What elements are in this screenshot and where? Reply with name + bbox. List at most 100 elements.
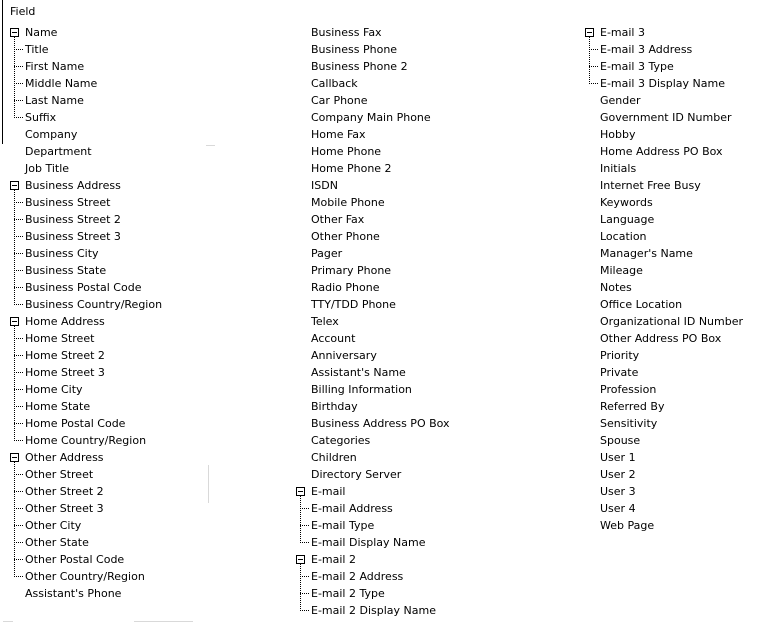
- tree-child-item-home-city[interactable]: Home City: [10, 381, 162, 398]
- tree-child-item-business-street-3[interactable]: Business Street 3: [10, 228, 162, 245]
- tree-item-spouse[interactable]: Spouse: [585, 432, 743, 449]
- tree-child-item-home-state[interactable]: Home State: [10, 398, 162, 415]
- tree-item-business-fax[interactable]: Business Fax: [296, 24, 450, 41]
- tree-item-location[interactable]: Location: [585, 228, 743, 245]
- tree-item-callback[interactable]: Callback: [296, 75, 450, 92]
- tree-child-item-other-postal-code[interactable]: Other Postal Code: [10, 551, 162, 568]
- tree-item-job-title[interactable]: Job Title: [10, 160, 162, 177]
- tree-item-other-fax[interactable]: Other Fax: [296, 211, 450, 228]
- tree-item-notes[interactable]: Notes: [585, 279, 743, 296]
- tree-child-item-business-postal-code[interactable]: Business Postal Code: [10, 279, 162, 296]
- tree-item-anniversary[interactable]: Anniversary: [296, 347, 450, 364]
- tree-item-e-mail-2[interactable]: E-mail 2: [296, 551, 450, 568]
- tree-item-children[interactable]: Children: [296, 449, 450, 466]
- tree-item-user-4[interactable]: User 4: [585, 500, 743, 517]
- tree-item-pager[interactable]: Pager: [296, 245, 450, 262]
- tree-item-tty-tdd-phone[interactable]: TTY/TDD Phone: [296, 296, 450, 313]
- tree-item-company-main-phone[interactable]: Company Main Phone: [296, 109, 450, 126]
- tree-child-item-home-street-2[interactable]: Home Street 2: [10, 347, 162, 364]
- tree-child-item-last-name[interactable]: Last Name: [10, 92, 162, 109]
- tree-child-item-business-city[interactable]: Business City: [10, 245, 162, 262]
- tree-child-item-e-mail-2-address[interactable]: E-mail 2 Address: [296, 568, 450, 585]
- tree-item-account[interactable]: Account: [296, 330, 450, 347]
- tree-item-business-address[interactable]: Business Address: [10, 177, 162, 194]
- tree-item-e-mail-3[interactable]: E-mail 3: [585, 24, 743, 41]
- tree-item-company[interactable]: Company: [10, 126, 162, 143]
- tree-item-user-3[interactable]: User 3: [585, 483, 743, 500]
- tree-child-item-other-street-3[interactable]: Other Street 3: [10, 500, 162, 517]
- tree-item-home-address[interactable]: Home Address: [10, 313, 162, 330]
- tree-child-item-e-mail-3-type[interactable]: E-mail 3 Type: [585, 58, 743, 75]
- tree-item-initials[interactable]: Initials: [585, 160, 743, 177]
- tree-child-item-home-country-region[interactable]: Home Country/Region: [10, 432, 162, 449]
- tree-child-item-other-state[interactable]: Other State: [10, 534, 162, 551]
- tree-item-assistant-s-name[interactable]: Assistant's Name: [296, 364, 450, 381]
- tree-item-name[interactable]: Name: [10, 24, 162, 41]
- tree-item-home-fax[interactable]: Home Fax: [296, 126, 450, 143]
- tree-child-item-home-street[interactable]: Home Street: [10, 330, 162, 347]
- tree-child-item-business-country-region[interactable]: Business Country/Region: [10, 296, 162, 313]
- tree-item-keywords[interactable]: Keywords: [585, 194, 743, 211]
- tree-item-sensitivity[interactable]: Sensitivity: [585, 415, 743, 432]
- tree-child-item-other-city[interactable]: Other City: [10, 517, 162, 534]
- tree-item-home-phone-2[interactable]: Home Phone 2: [296, 160, 450, 177]
- tree-item-gender[interactable]: Gender: [585, 92, 743, 109]
- tree-child-item-first-name[interactable]: First Name: [10, 58, 162, 75]
- tree-child-item-middle-name[interactable]: Middle Name: [10, 75, 162, 92]
- tree-item-billing-information[interactable]: Billing Information: [296, 381, 450, 398]
- tree-child-item-e-mail-2-type[interactable]: E-mail 2 Type: [296, 585, 450, 602]
- tree-item-office-location[interactable]: Office Location: [585, 296, 743, 313]
- tree-item-isdn[interactable]: ISDN: [296, 177, 450, 194]
- tree-item-mobile-phone[interactable]: Mobile Phone: [296, 194, 450, 211]
- tree-item-telex[interactable]: Telex: [296, 313, 450, 330]
- tree-item-web-page[interactable]: Web Page: [585, 517, 743, 534]
- tree-item-business-phone[interactable]: Business Phone: [296, 41, 450, 58]
- tree-item-e-mail[interactable]: E-mail: [296, 483, 450, 500]
- tree-item-home-phone[interactable]: Home Phone: [296, 143, 450, 160]
- tree-item-business-phone-2[interactable]: Business Phone 2: [296, 58, 450, 75]
- tree-item-internet-free-busy[interactable]: Internet Free Busy: [585, 177, 743, 194]
- tree-item-categories[interactable]: Categories: [296, 432, 450, 449]
- tree-child-item-home-street-3[interactable]: Home Street 3: [10, 364, 162, 381]
- tree-item-profession[interactable]: Profession: [585, 381, 743, 398]
- tree-item-user-2[interactable]: User 2: [585, 466, 743, 483]
- tree-item-other-address[interactable]: Other Address: [10, 449, 162, 466]
- tree-item-birthday[interactable]: Birthday: [296, 398, 450, 415]
- tree-item-manager-s-name[interactable]: Manager's Name: [585, 245, 743, 262]
- tree-item-user-1[interactable]: User 1: [585, 449, 743, 466]
- tree-item-priority[interactable]: Priority: [585, 347, 743, 364]
- tree-item-assistant-s-phone[interactable]: Assistant's Phone: [10, 585, 162, 602]
- tree-item-organizational-id-number[interactable]: Organizational ID Number: [585, 313, 743, 330]
- tree-child-item-suffix[interactable]: Suffix: [10, 109, 162, 126]
- tree-item-radio-phone[interactable]: Radio Phone: [296, 279, 450, 296]
- tree-item-private[interactable]: Private: [585, 364, 743, 381]
- tree-item-label: Manager's Name: [600, 247, 693, 260]
- tree-item-referred-by[interactable]: Referred By: [585, 398, 743, 415]
- tree-child-item-business-street-2[interactable]: Business Street 2: [10, 211, 162, 228]
- tree-item-car-phone[interactable]: Car Phone: [296, 92, 450, 109]
- tree-item-language[interactable]: Language: [585, 211, 743, 228]
- tree-item-mileage[interactable]: Mileage: [585, 262, 743, 279]
- tree-item-department[interactable]: Department: [10, 143, 162, 160]
- tree-child-item-business-state[interactable]: Business State: [10, 262, 162, 279]
- tree-child-item-title[interactable]: Title: [10, 41, 162, 58]
- tree-child-item-home-postal-code[interactable]: Home Postal Code: [10, 415, 162, 432]
- tree-child-item-e-mail-3-address[interactable]: E-mail 3 Address: [585, 41, 743, 58]
- tree-child-item-e-mail-address[interactable]: E-mail Address: [296, 500, 450, 517]
- tree-item-other-phone[interactable]: Other Phone: [296, 228, 450, 245]
- tree-item-hobby[interactable]: Hobby: [585, 126, 743, 143]
- tree-child-item-e-mail-type[interactable]: E-mail Type: [296, 517, 450, 534]
- tree-item-directory-server[interactable]: Directory Server: [296, 466, 450, 483]
- tree-item-business-address-po-box[interactable]: Business Address PO Box: [296, 415, 450, 432]
- tree-child-item-other-street-2[interactable]: Other Street 2: [10, 483, 162, 500]
- tree-child-item-other-country-region[interactable]: Other Country/Region: [10, 568, 162, 585]
- tree-item-primary-phone[interactable]: Primary Phone: [296, 262, 450, 279]
- tree-item-government-id-number[interactable]: Government ID Number: [585, 109, 743, 126]
- tree-child-item-e-mail-3-display-name[interactable]: E-mail 3 Display Name: [585, 75, 743, 92]
- tree-child-item-e-mail-display-name[interactable]: E-mail Display Name: [296, 534, 450, 551]
- tree-item-home-address-po-box[interactable]: Home Address PO Box: [585, 143, 743, 160]
- tree-child-item-business-street[interactable]: Business Street: [10, 194, 162, 211]
- tree-item-other-address-po-box[interactable]: Other Address PO Box: [585, 330, 743, 347]
- tree-child-item-other-street[interactable]: Other Street: [10, 466, 162, 483]
- tree-child-item-e-mail-2-display-name[interactable]: E-mail 2 Display Name: [296, 602, 450, 619]
